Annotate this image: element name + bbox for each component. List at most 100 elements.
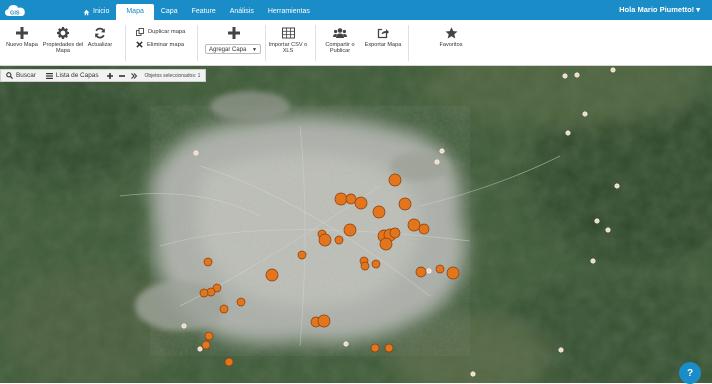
nav-item-feature[interactable]: Feature — [185, 4, 223, 20]
map-marker-small[interactable] — [426, 268, 432, 274]
divider — [125, 25, 126, 61]
help-chat-button[interactable]: ? — [679, 362, 701, 384]
map-marker[interactable] — [446, 266, 460, 280]
map-marker-small[interactable] — [590, 258, 596, 264]
map-marker[interactable] — [360, 261, 370, 271]
close-icon — [136, 41, 143, 48]
help-icon: ? — [686, 367, 694, 379]
logo-text: GIS — [10, 10, 20, 16]
map-marker-small[interactable] — [181, 323, 187, 329]
map-marker[interactable] — [372, 205, 386, 219]
map-marker[interactable] — [224, 357, 234, 367]
export-map-button[interactable]: Exportar Mapa — [361, 26, 405, 48]
nav-item-analisis[interactable]: Análisis — [223, 4, 261, 20]
map-marker[interactable] — [415, 266, 427, 278]
map-marker[interactable] — [204, 331, 214, 341]
import-csv-xls-button[interactable]: Importar CSV o XLS — [266, 26, 310, 55]
map-marker-small[interactable] — [605, 227, 611, 233]
users-icon — [333, 28, 347, 38]
map-marker[interactable] — [236, 297, 246, 307]
main-nav: Inicio Mapa Capa Feature Análisis Herram… — [76, 0, 317, 20]
map-marker[interactable] — [370, 343, 380, 353]
divider — [197, 25, 198, 61]
map-marker[interactable] — [379, 237, 393, 251]
map-marker-small[interactable] — [614, 183, 620, 189]
map-canvas[interactable] — [0, 66, 712, 383]
map-marker[interactable] — [334, 192, 348, 206]
map-marker-small[interactable] — [574, 72, 580, 78]
map-marker-small[interactable] — [558, 347, 564, 353]
map-marker[interactable] — [388, 173, 402, 187]
layer-list-label: Lista de Capas — [55, 72, 99, 79]
nav-item-capa[interactable]: Capa — [154, 4, 185, 20]
map-marker[interactable] — [418, 223, 430, 235]
map-marker[interactable] — [345, 193, 357, 205]
gis-cloud-logo[interactable]: GIS — [4, 2, 26, 18]
delete-map-button[interactable]: Eliminar mapa — [136, 41, 184, 48]
refresh-icon — [95, 27, 105, 39]
map-marker-small[interactable] — [470, 371, 476, 377]
table-icon — [281, 27, 295, 39]
nav-item-herramientas[interactable]: Herramientas — [261, 4, 317, 20]
map-marker[interactable] — [265, 268, 279, 282]
nav-item-label: Herramientas — [267, 8, 310, 15]
gear-icon — [57, 27, 69, 39]
home-icon — [83, 9, 90, 15]
add-layer-plus-button[interactable] — [212, 26, 256, 42]
map-marker[interactable] — [201, 340, 211, 350]
map-marker-small[interactable] — [562, 73, 568, 79]
plus-icon — [16, 27, 28, 39]
zoom-out-button[interactable] — [116, 73, 128, 79]
chevron-down-icon: ▼ — [252, 47, 257, 53]
map-marker-small[interactable] — [565, 130, 571, 136]
duplicate-map-label: Duplicar mapa — [148, 29, 186, 35]
refresh-button[interactable]: Actualizar — [78, 26, 122, 48]
markers-layer[interactable] — [0, 66, 712, 383]
delete-map-label: Eliminar mapa — [147, 41, 185, 48]
search-button[interactable]: Buscar — [1, 72, 41, 79]
plus-icon — [106, 72, 113, 79]
map-marker-small[interactable] — [193, 150, 199, 156]
duplicate-map-button[interactable]: Duplicar mapa — [136, 28, 185, 36]
map-marker-small[interactable] — [610, 67, 616, 73]
nav-item-inicio[interactable]: Inicio — [76, 4, 116, 20]
nav-item-label: Feature — [191, 8, 216, 15]
top-navigation-bar: GIS Inicio Mapa Capa Feature Análisis He… — [0, 0, 712, 20]
map-marker[interactable] — [343, 223, 357, 237]
zoom-in-button[interactable] — [104, 72, 116, 79]
user-menu[interactable]: Hola Mario Piumetto! ▾ — [619, 0, 700, 20]
map-marker[interactable] — [354, 196, 368, 210]
map-marker[interactable] — [398, 197, 412, 211]
export-icon — [377, 28, 389, 39]
map-marker[interactable] — [219, 304, 229, 314]
refresh-label: Actualizar — [87, 42, 113, 48]
share-publish-button[interactable]: Compartir o Publicar — [318, 26, 362, 55]
map-marker[interactable] — [384, 343, 394, 353]
map-marker[interactable] — [317, 314, 331, 328]
map-marker-small[interactable] — [439, 148, 445, 154]
map-marker-small[interactable] — [582, 111, 588, 117]
map-marker-small[interactable] — [594, 218, 600, 224]
nav-item-mapa[interactable]: Mapa — [116, 4, 154, 20]
favorites-button[interactable]: Favoritos — [429, 26, 473, 48]
map-marker[interactable] — [389, 227, 401, 239]
map-marker-small[interactable] — [197, 346, 203, 352]
layer-list-button[interactable]: Lista de Capas — [41, 72, 104, 79]
minus-icon — [118, 74, 125, 77]
map-marker[interactable] — [318, 233, 332, 247]
nav-item-label: Análisis — [229, 8, 254, 15]
map-marker-small[interactable] — [434, 159, 440, 165]
new-map-button[interactable]: Nuevo Mapa — [0, 26, 44, 48]
map-marker[interactable] — [435, 264, 445, 274]
add-layer-dropdown[interactable]: Agregar Capa ▼ — [205, 44, 261, 54]
map-marker[interactable] — [297, 250, 307, 260]
double-chevron-right-icon — [130, 72, 137, 79]
map-marker[interactable] — [371, 259, 381, 269]
map-marker[interactable] — [334, 235, 344, 245]
map-marker[interactable] — [199, 288, 209, 298]
map-marker[interactable] — [203, 257, 213, 267]
expand-button[interactable] — [128, 72, 140, 79]
map-marker[interactable] — [407, 218, 421, 232]
import-label: Importar CSV o XLS — [268, 42, 308, 55]
map-marker-small[interactable] — [343, 341, 349, 347]
